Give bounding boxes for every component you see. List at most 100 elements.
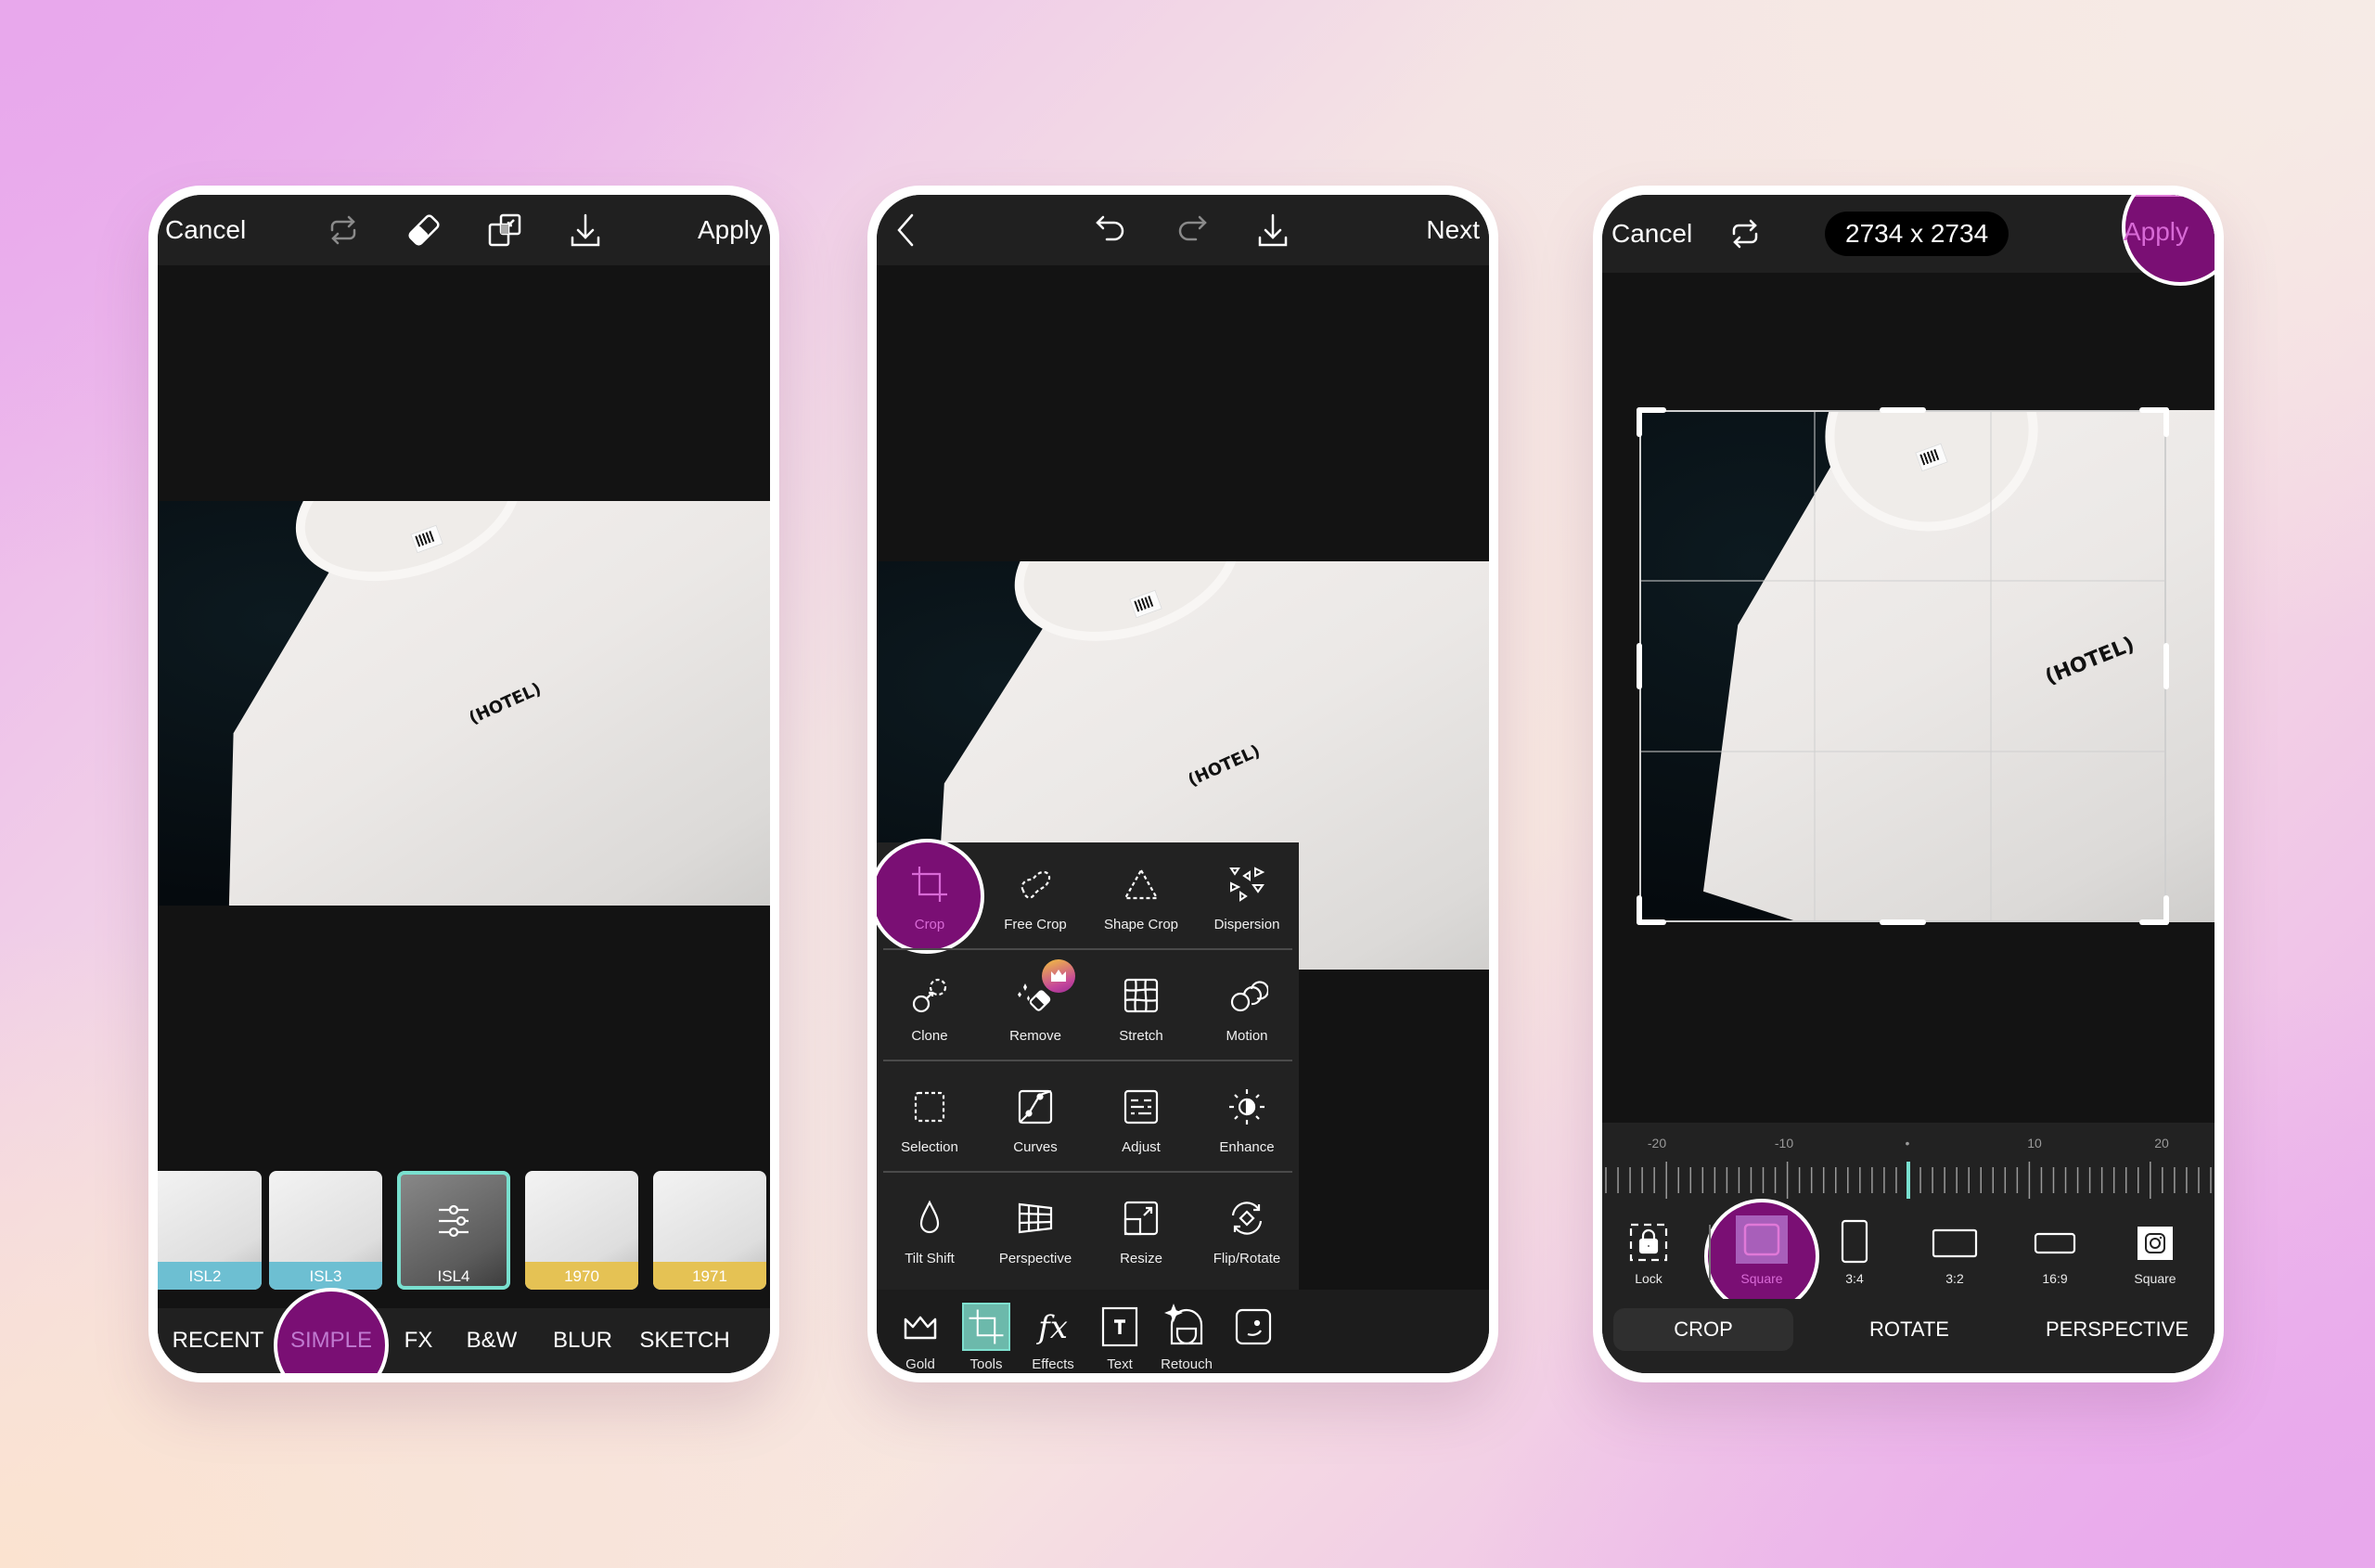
crop-icon [908,863,951,906]
filter-label: ISL2 [158,1262,262,1290]
filter-label: ISL3 [269,1262,382,1290]
crop-frame[interactable] [1637,407,2169,925]
tool-label: Shape Crop [1103,917,1179,932]
crop-handle-bottom-right[interactable] [2163,895,2169,925]
download-icon[interactable] [1252,210,1293,251]
crop-handle-left[interactable] [1637,643,1642,689]
tool-stretch[interactable]: Stretch [1088,954,1194,1061]
swap-icon[interactable] [323,210,364,251]
tab-simple[interactable]: SIMPLE [290,1328,372,1354]
shirt-image [158,501,770,906]
tab-recent[interactable]: RECENT [173,1328,264,1354]
tool-tilt-shift[interactable]: Tilt Shift [877,1176,982,1284]
divider [883,1171,1292,1173]
ruler-label: -20 [1647,1136,1667,1150]
tool-shape-crop[interactable]: Shape Crop [1088,842,1194,950]
motion-icon [1226,974,1269,1017]
tool-enhance[interactable]: Enhance [1194,1065,1300,1173]
filter-thumb-selected[interactable]: ISL4 [397,1171,510,1290]
ratio-16-9[interactable]: 16:9 [2009,1206,2101,1299]
screen: Cancel 2734 x 2734 Apply (HOTEL) -20 -10… [1602,195,2215,1373]
photo-canvas[interactable]: (HOTEL) [158,501,770,906]
tool-label: Clone [911,1028,948,1044]
filter-thumb[interactable]: 1970 [525,1171,638,1290]
eraser-icon[interactable] [404,210,444,251]
tab-rotate[interactable]: ROTATE [1819,1308,1999,1351]
svg-text:fx: fx [1035,1309,1068,1346]
apply-button[interactable]: Apply [698,215,763,245]
tool-label: Curves [1013,1139,1058,1155]
undo-icon[interactable] [1090,210,1131,251]
cancel-button[interactable]: Cancel [1611,219,1692,249]
nav-sticker[interactable] [1207,1290,1300,1373]
filter-thumb[interactable]: ISL3 [269,1171,382,1290]
blend-mode-icon[interactable] [484,210,525,251]
tilt-shift-icon [908,1197,951,1240]
ratio-instagram-square[interactable]: Square [2109,1206,2202,1299]
ratio-square[interactable]: Square [1715,1206,1808,1299]
ratio-3-4[interactable]: 3:4 [1808,1206,1901,1299]
free-crop-icon [1014,863,1057,906]
ratio-label: Square [1740,1271,1783,1286]
bottom-nav: Gold Tools fx Effects Text Retouch [877,1290,1489,1373]
chevron-left-icon[interactable] [886,210,927,251]
tool-label: Free Crop [1004,917,1067,932]
redo-icon[interactable] [1172,210,1213,251]
tab-blur[interactable]: BLUR [553,1328,612,1354]
crop-handle-top-right[interactable] [2163,407,2169,437]
tool-crop[interactable]: Crop [877,842,982,950]
crop-handle-bottom[interactable] [1880,919,1926,925]
tool-curves[interactable]: Curves [982,1065,1088,1173]
filter-thumb[interactable]: ISL2 [158,1171,262,1290]
filter-thumb[interactable]: 1971 [653,1171,766,1290]
tool-flip-rotate[interactable]: Flip/Rotate [1194,1176,1300,1284]
crop-handle-right[interactable] [2163,643,2169,689]
tool-perspective[interactable]: Perspective [982,1176,1088,1284]
filter-category-tabs: RECENT SIMPLE FX B&W BLUR SKETCH [158,1288,770,1373]
ruler-label: -10 [1774,1136,1794,1150]
tab-bw[interactable]: B&W [467,1328,518,1354]
cancel-button[interactable]: Cancel [165,215,246,245]
enhance-icon [1226,1086,1268,1128]
next-button[interactable]: Next [1426,215,1480,245]
tools-row: Tilt Shift Perspective Resize Flip/Rotat… [877,1176,1299,1284]
tab-sketch[interactable]: SKETCH [639,1328,729,1354]
lock-icon [1625,1219,1672,1266]
flip-rotate-icon [1226,1197,1268,1240]
tool-adjust[interactable]: Adjust [1088,1065,1194,1173]
text-icon [1096,1303,1144,1351]
instagram-icon [2132,1219,2178,1266]
tool-dispersion[interactable]: Dispersion [1194,842,1300,950]
tool-label: Dispersion [1213,917,1280,932]
crop-handle-bottom-left[interactable] [1637,895,1642,925]
tool-remove[interactable]: Remove [982,954,1088,1061]
tab-fx[interactable]: FX [404,1328,433,1354]
tool-resize[interactable]: Resize [1088,1176,1194,1284]
swap-icon[interactable] [1725,213,1765,254]
tool-label: Remove [1009,1028,1061,1044]
tool-label: Enhance [1219,1139,1275,1155]
ratio-3-2[interactable]: 3:2 [1908,1206,2001,1299]
straighten-ruler[interactable]: -20 -10 • 10 20 [1602,1123,2215,1206]
tool-selection[interactable]: Selection [877,1065,982,1173]
clone-icon [908,974,951,1017]
tab-perspective[interactable]: PERSPECTIVE [2020,1308,2215,1351]
tool-motion[interactable]: Motion [1194,954,1300,1061]
ratio-lock[interactable]: Lock [1602,1206,1695,1299]
tool-label: Selection [901,1139,958,1155]
tool-clone[interactable]: Clone [877,954,982,1061]
tools-row: Clone Remove Stretch Motion [877,954,1299,1061]
phone-filters-screen: Cancel Apply (HOTEL) ISL2 ISL3 ISL4 1970… [148,186,779,1382]
crop-handle-top[interactable] [1880,407,1926,413]
tab-crop[interactable]: CROP [1613,1308,1793,1351]
crop-handle-top-left[interactable] [1637,407,1642,437]
tool-free-crop[interactable]: Free Crop [982,842,1088,950]
download-icon[interactable] [565,210,606,251]
apply-button[interactable]: Apply [2124,217,2189,247]
crown-icon [896,1303,944,1351]
stretch-icon [1120,974,1162,1017]
sliders-icon[interactable] [433,1201,474,1241]
divider [1709,1225,1711,1280]
perspective-icon [1014,1197,1057,1240]
ratio-label: Square [2134,1271,2176,1286]
